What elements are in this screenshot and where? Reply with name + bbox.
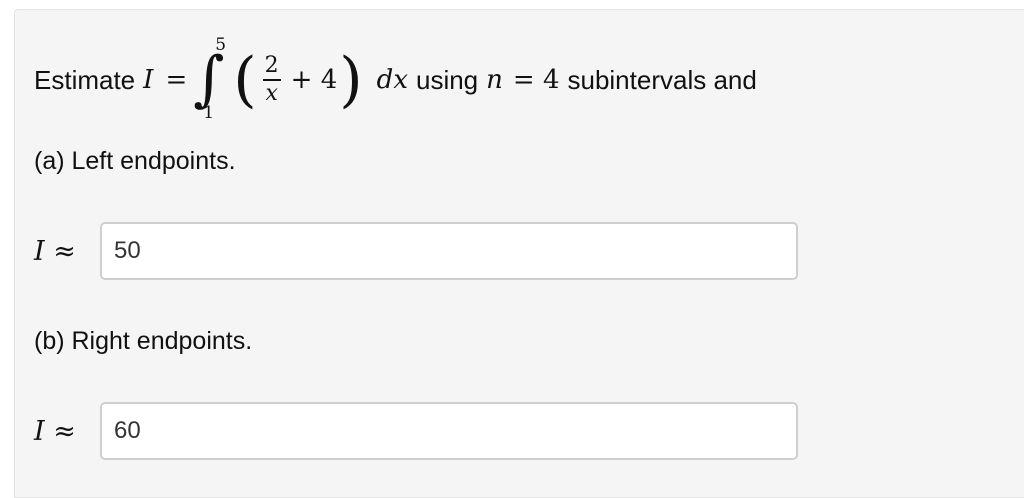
integral-variable: I	[143, 65, 154, 95]
using-text: using	[415, 64, 479, 95]
part-b-approx: I ≈	[34, 416, 76, 447]
part-b-label: (b) Right endpoints.	[34, 327, 253, 355]
equals-sign: =	[165, 65, 188, 95]
integral-lower-limit: 1	[203, 103, 215, 123]
plus-term: + 4	[290, 65, 338, 95]
fraction-numerator: 2	[264, 53, 279, 79]
part-a-var: I	[34, 236, 45, 267]
n-value: = 4	[512, 65, 560, 95]
left-paren: (	[233, 45, 257, 115]
question-panel: Estimate I = ∫ 5 1 ( 2 x + 4 ) dx using …	[14, 9, 1024, 498]
question-statement: Estimate I = ∫ 5 1 ( 2 x + 4 ) dx using …	[34, 35, 757, 125]
differential: dx	[376, 65, 408, 95]
part-b-var: I	[34, 416, 45, 447]
integral-upper-limit: 5	[215, 35, 227, 55]
n-variable: n	[486, 65, 503, 95]
approx-symbol: ≈	[53, 236, 76, 267]
part-a-label: (a) Left endpoints.	[34, 147, 236, 175]
fraction-denominator: x	[265, 80, 278, 106]
question-prefix: Estimate	[34, 64, 136, 95]
integral-sign: ∫ 5 1	[193, 35, 233, 125]
part-a-answer-input[interactable]	[100, 222, 798, 280]
part-a-approx: I ≈	[34, 236, 76, 267]
part-b-answer-input[interactable]	[100, 402, 798, 460]
approx-symbol: ≈	[53, 416, 76, 447]
fraction: 2 x	[262, 53, 281, 106]
question-suffix: subintervals and	[567, 64, 757, 95]
right-paren: )	[339, 45, 363, 115]
